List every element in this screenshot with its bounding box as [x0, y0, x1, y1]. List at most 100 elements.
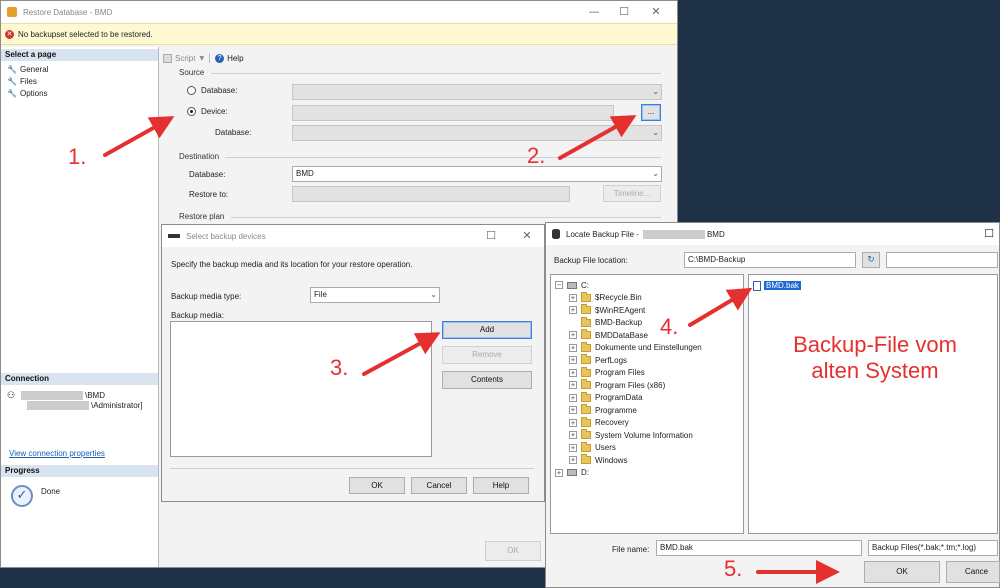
- folder-icon: [581, 329, 591, 339]
- collapse-icon[interactable]: −: [555, 281, 563, 289]
- add-button[interactable]: Add: [442, 321, 532, 339]
- tree-item[interactable]: + Users: [569, 441, 616, 454]
- folder-tree[interactable]: − C: + $Recycle.Bin + $WinREAgent BMD-Backup + B…: [550, 274, 744, 534]
- file-search-input[interactable]: [886, 252, 998, 268]
- tree-item[interactable]: + Windows: [569, 454, 627, 466]
- restore-plan-label: Restore plan: [179, 212, 229, 221]
- file-type-filter[interactable]: Backup Files(*.bak;*.tm;*.log): [868, 540, 998, 556]
- expand-icon[interactable]: +: [569, 343, 577, 352]
- tree-item[interactable]: + D:: [555, 467, 589, 479]
- file-name-input[interactable]: BMD.bak: [656, 540, 862, 556]
- view-connection-properties-link[interactable]: View connection properties: [9, 449, 105, 458]
- refresh-icon: ↻: [867, 255, 875, 265]
- help-button[interactable]: Help: [227, 54, 243, 63]
- script-dropdown-icon[interactable]: ▼: [199, 55, 204, 62]
- expand-icon[interactable]: +: [569, 431, 577, 439]
- expand-icon[interactable]: +: [569, 356, 577, 364]
- page-files[interactable]: 🔧 Files: [7, 75, 48, 87]
- maximize-icon[interactable]: ☐: [609, 1, 639, 23]
- backup-media-list[interactable]: [170, 321, 432, 457]
- tree-item-label: Dokumente und Einstellungen: [595, 343, 702, 352]
- contents-button[interactable]: Contents: [442, 371, 532, 389]
- remove-button[interactable]: Remove: [442, 346, 532, 364]
- device-radio[interactable]: [187, 107, 196, 116]
- close-icon[interactable]: ✕: [641, 1, 671, 23]
- wrench-icon: 🔧: [7, 76, 17, 86]
- backup-media-label: Backup media:: [171, 311, 224, 320]
- tree-item[interactable]: − C:: [555, 279, 589, 291]
- select-backup-devices-dialog: Select backup devices ☐ ✕ Specify the ba…: [161, 224, 545, 502]
- file-list[interactable]: BMD.bak: [748, 274, 998, 534]
- page-general[interactable]: 🔧 General: [7, 63, 48, 75]
- tree-item[interactable]: + $WinREAgent: [569, 304, 645, 316]
- chevron-down-icon: ⌄: [652, 87, 659, 96]
- restore-ok-button[interactable]: OK: [485, 541, 541, 561]
- error-icon: ✕: [5, 29, 14, 39]
- tree-item[interactable]: + BMDDataBase: [569, 329, 648, 341]
- expand-icon[interactable]: +: [569, 406, 577, 414]
- devices-help-button[interactable]: Help: [473, 477, 529, 494]
- device-label: Device:: [201, 107, 228, 116]
- tree-item[interactable]: + ProgramData: [569, 391, 643, 404]
- close-icon[interactable]: ✕: [512, 225, 542, 247]
- tree-item[interactable]: + Dokumente und Einstellungen: [569, 341, 702, 354]
- tree-item-label: $WinREAgent: [595, 305, 646, 315]
- tree-item[interactable]: BMD-Backup: [569, 316, 642, 329]
- chevron-down-icon: ⌄: [652, 169, 659, 178]
- ssms-app-icon: [7, 7, 17, 17]
- tree-item-label: $Recycle.Bin: [595, 293, 642, 302]
- expand-icon[interactable]: +: [569, 456, 577, 464]
- refresh-button[interactable]: ↻: [862, 252, 880, 268]
- tree-item[interactable]: + Program Files: [569, 366, 645, 379]
- tree-item[interactable]: + Programme: [569, 404, 637, 416]
- source-database-combo[interactable]: ⌄: [292, 84, 662, 100]
- device-browse-button[interactable]: ...: [641, 104, 661, 121]
- devices-ok-button[interactable]: OK: [349, 477, 405, 494]
- maximize-icon[interactable]: ☐: [476, 225, 506, 247]
- restore-to-input[interactable]: [292, 186, 570, 202]
- database-radio[interactable]: [187, 86, 196, 95]
- file-item-selected[interactable]: BMD.bak: [753, 280, 801, 291]
- expand-icon[interactable]: +: [569, 306, 577, 314]
- expand-icon[interactable]: +: [569, 443, 577, 452]
- device-database-combo[interactable]: ⌄: [292, 125, 662, 141]
- tree-item[interactable]: + System Volume Information: [569, 429, 693, 441]
- expand-icon[interactable]: +: [569, 331, 577, 339]
- left-panel: Select a page 🔧 General 🔧 Files 🔧 Option…: [1, 47, 159, 567]
- folder-icon: [581, 316, 591, 327]
- destination-database-combo[interactable]: BMD ⌄: [292, 166, 662, 182]
- timeline-button[interactable]: Timeline...: [603, 185, 661, 202]
- expand-icon[interactable]: +: [555, 468, 563, 477]
- page-options[interactable]: 🔧 Options: [7, 87, 48, 99]
- tree-item[interactable]: + $Recycle.Bin: [569, 291, 642, 304]
- help-icon: ?: [215, 53, 225, 63]
- script-button[interactable]: Script: [175, 54, 195, 63]
- restore-title: Restore Database - BMD: [23, 7, 113, 17]
- expand-icon[interactable]: +: [569, 381, 577, 389]
- device-input[interactable]: [292, 105, 614, 121]
- maximize-icon[interactable]: ☐: [974, 223, 1000, 245]
- tree-item[interactable]: + PerfLogs: [569, 354, 627, 366]
- folder-icon: [581, 404, 591, 414]
- tree-item[interactable]: + Recovery: [569, 416, 629, 429]
- expand-icon[interactable]: +: [569, 293, 577, 302]
- locate-titlebar: Locate Backup File - BMD: [546, 223, 999, 245]
- expand-icon[interactable]: +: [569, 368, 577, 377]
- backup-location-input[interactable]: C:\BMD-Backup: [684, 252, 856, 268]
- folder-icon: [581, 354, 591, 364]
- locate-cancel-button[interactable]: Cance: [946, 561, 1000, 583]
- tree-item[interactable]: + Program Files (x86): [569, 379, 665, 391]
- progress-header: Progress: [1, 465, 158, 477]
- backup-media-type-combo[interactable]: File ⌄: [310, 287, 440, 303]
- minimize-icon[interactable]: —: [579, 1, 609, 23]
- connection-user: \Administrator]: [91, 401, 143, 410]
- backup-note-line2: alten System: [811, 358, 939, 383]
- expand-icon[interactable]: +: [569, 418, 577, 427]
- locate-ok-button[interactable]: OK: [864, 561, 940, 583]
- devices-cancel-button[interactable]: Cancel: [411, 477, 467, 494]
- backup-file-note: Backup-File vom alten System: [760, 332, 990, 384]
- connection-server: \BMD: [85, 391, 105, 400]
- step-3-label: 3.: [330, 355, 349, 380]
- expand-icon[interactable]: +: [569, 393, 577, 402]
- tree-item-label: Program Files (x86): [595, 380, 666, 390]
